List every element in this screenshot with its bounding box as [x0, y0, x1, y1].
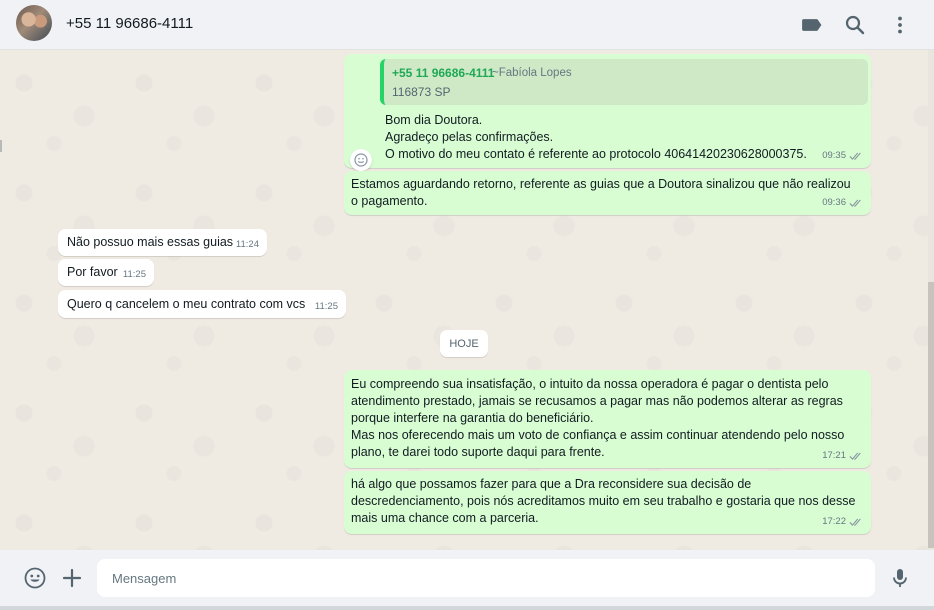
- read-ticks-icon: [849, 199, 861, 207]
- message-bubble-incoming[interactable]: Quero q cancelem o meu contrato com vcs …: [58, 290, 346, 318]
- label-icon[interactable]: [799, 13, 823, 37]
- message-text: há algo que possamos fazer para que a Dr…: [351, 476, 855, 527]
- chat-scrollbar-thumb[interactable]: [928, 282, 934, 548]
- message-line: Agradeço pelas confirmações.: [385, 130, 554, 144]
- microphone-icon[interactable]: [888, 566, 912, 590]
- emoji-icon[interactable]: [23, 566, 47, 590]
- message-bubble-incoming[interactable]: Por favor 11:25: [58, 259, 154, 286]
- message-bubble-outgoing[interactable]: +55 11 96686-4111 ~Fabíola Lopes 116873 …: [344, 54, 871, 168]
- message-text: Eu compreendo sua insatisfação, o intuit…: [351, 376, 844, 461]
- message-timestamp: 11:25: [123, 266, 146, 283]
- timestamp-text: 11:24: [235, 239, 259, 250]
- message-bubble-outgoing[interactable]: Estamos aguardando retorno, referente as…: [344, 171, 871, 215]
- timestamp-text: 09:36: [822, 197, 846, 208]
- quoted-message[interactable]: +55 11 96686-4111 ~Fabíola Lopes 116873 …: [380, 59, 868, 105]
- message-line: O motivo do meu contato é referente ao p…: [385, 147, 807, 161]
- message-bubble-outgoing[interactable]: há algo que possamos fazer para que a Dr…: [344, 471, 871, 534]
- message-text: Não possuo mais essas guias: [67, 235, 234, 249]
- menu-icon[interactable]: [888, 13, 912, 37]
- contact-avatar[interactable]: [16, 5, 52, 41]
- message-bubble-outgoing[interactable]: Eu compreendo sua insatisfação, o intuit…: [344, 370, 871, 468]
- message-line: Bom dia Doutora.: [385, 113, 483, 127]
- message-line: plano, te darei todo suporte daqui para …: [351, 445, 605, 459]
- read-ticks-icon: [849, 518, 861, 526]
- window-bottom-edge: [0, 606, 934, 610]
- timestamp-text: 09:35: [822, 150, 846, 161]
- read-ticks-icon: [849, 152, 861, 160]
- message-line: há algo que possamos fazer para que a Dr…: [351, 477, 752, 491]
- chat-area[interactable]: +55 11 96686-4111 ~Fabíola Lopes 116873 …: [0, 50, 934, 550]
- quoted-text: 116873 SP: [392, 85, 451, 99]
- message-line: atendimento prestado, jamais se recusamo…: [351, 394, 843, 408]
- message-text: Bom dia Doutora. Agradeço pelas confirma…: [385, 112, 807, 163]
- message-input[interactable]: [97, 559, 875, 597]
- timestamp-text: 11:25: [122, 269, 146, 280]
- chat-header: +55 11 96686-4111: [0, 0, 934, 50]
- message-line: o pagamento.: [351, 194, 428, 208]
- message-timestamp: 09:35: [822, 147, 863, 164]
- message-timestamp: 17:22: [822, 513, 863, 530]
- message-line: descredenciamento, pois nós acreditamos …: [351, 494, 856, 508]
- message-line: Estamos aguardando retorno, referente as…: [351, 177, 851, 191]
- quoted-sender: +55 11 96686-4111: [392, 66, 495, 80]
- window-edge: [0, 140, 2, 152]
- quoted-alias: ~Fabíola Lopes: [492, 67, 572, 79]
- read-ticks-icon: [849, 452, 861, 460]
- message-text: Quero q cancelem o meu contrato com vcs: [67, 297, 306, 311]
- compose-bar: [0, 550, 934, 606]
- message-text: Estamos aguardando retorno, referente as…: [351, 176, 851, 210]
- smiley-icon: [354, 153, 368, 167]
- message-text: Por favor: [67, 265, 118, 279]
- message-timestamp: 11:24: [236, 236, 259, 253]
- react-emoji-button[interactable]: [350, 149, 372, 171]
- message-line: Eu compreendo sua insatisfação, o intuit…: [351, 377, 829, 391]
- contact-name[interactable]: +55 11 96686-4111: [66, 15, 193, 32]
- message-timestamp: 17:21: [822, 447, 863, 464]
- message-line: porque interfere na garantia do benefici…: [351, 411, 594, 425]
- search-icon[interactable]: [843, 13, 867, 37]
- message-timestamp: 09:36: [822, 194, 863, 211]
- timestamp-text: 11:25: [314, 301, 338, 312]
- message-line: Mas nos oferecendo mais um voto de confi…: [351, 428, 845, 442]
- message-line: mais uma chance com a parceria.: [351, 511, 539, 525]
- message-bubble-incoming[interactable]: Não possuo mais essas guias 11:24: [58, 229, 267, 256]
- timestamp-text: 17:22: [822, 516, 846, 527]
- plus-icon[interactable]: [60, 566, 84, 590]
- timestamp-text: 17:21: [822, 450, 846, 461]
- message-timestamp: 11:25: [315, 298, 338, 315]
- date-divider: HOJE: [440, 330, 488, 357]
